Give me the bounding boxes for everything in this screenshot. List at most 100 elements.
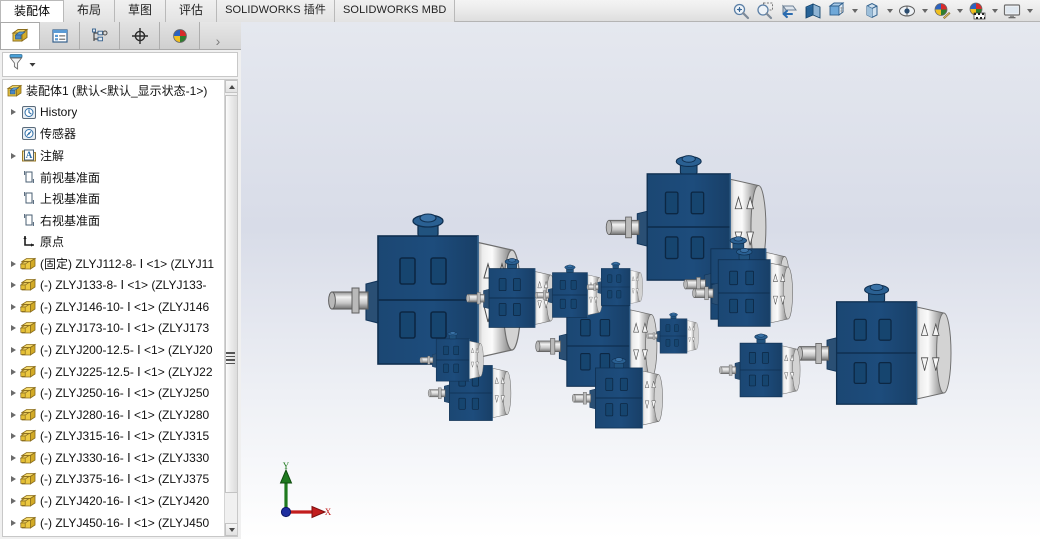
dimxpert-manager-tab[interactable] — [120, 22, 160, 49]
tree-item-label: (-) ZLYJ250-16- Ⅰ <1> (ZLYJ250 — [40, 386, 210, 401]
tree-item-annotations[interactable]: A 注解 — [3, 145, 227, 167]
tree-item-front-plane[interactable]: 前视基准面 — [3, 166, 227, 188]
hide-show-items-icon[interactable] — [896, 1, 918, 22]
tree-component-zlyj450[interactable]: (-) ZLYJ450-16- Ⅰ <1> (ZLYJ450 — [3, 512, 227, 534]
feature-manager-tab[interactable] — [0, 22, 40, 49]
scroll-up-button[interactable] — [225, 80, 237, 93]
apply-scene-icon[interactable] — [966, 1, 988, 22]
expand-arrow-icon[interactable] — [7, 325, 20, 332]
configuration-manager-tab[interactable] — [80, 22, 120, 49]
expand-arrow-icon[interactable] — [7, 433, 20, 440]
view-settings-icon[interactable] — [1001, 1, 1023, 22]
tree-component-zlyj315[interactable]: (-) ZLYJ315-16- Ⅰ <1> (ZLYJ315 — [3, 426, 227, 448]
filter-dropdown-caret-icon[interactable] — [28, 56, 37, 74]
scroll-thumb[interactable] — [225, 95, 237, 493]
more-manager-tabs-button[interactable]: › — [208, 33, 228, 49]
scroll-down-button[interactable] — [225, 523, 237, 536]
tab-sketch[interactable]: 草图 — [115, 0, 167, 22]
tree-component-zlyj173[interactable]: (-) ZLYJ173-10- Ⅰ <1> (ZLYJ173 — [3, 318, 227, 340]
tree-root-assembly[interactable]: 装配体1 (默认<默认_显示状态-1>) — [3, 80, 227, 102]
svg-text:A: A — [25, 150, 32, 160]
previous-view-icon[interactable] — [778, 1, 800, 22]
tree-item-label: (-) ZLYJ450-16- Ⅰ <1> (ZLYJ450 — [40, 515, 210, 530]
display-style-icon[interactable] — [861, 1, 883, 22]
tree-component-zlyj200[interactable]: (-) ZLYJ200-12.5- Ⅰ <1> (ZLYJ20 — [3, 339, 227, 361]
gearbox-ZLYJ-extra[interactable] — [419, 327, 495, 393]
section-view-icon[interactable] — [802, 1, 824, 22]
expand-arrow-icon[interactable] — [7, 303, 20, 310]
svg-text:X: X — [325, 507, 332, 517]
tab-solidworks-addins[interactable]: SOLIDWORKS 插件 — [217, 0, 335, 22]
tab-evaluate[interactable]: 评估 — [166, 0, 218, 22]
tree-item-sensors[interactable]: 传感器 — [3, 123, 227, 145]
expand-arrow-icon[interactable] — [7, 411, 20, 418]
component-icon — [20, 471, 37, 487]
tree-component-zlyj375[interactable]: (-) ZLYJ375-16- Ⅰ <1> (ZLYJ375 — [3, 469, 227, 491]
tree-filter-row[interactable] — [2, 52, 238, 77]
view-orientation-caret-icon[interactable] — [850, 1, 859, 22]
plane-icon — [20, 191, 37, 207]
component-icon — [20, 277, 37, 293]
expand-arrow-icon[interactable] — [7, 282, 20, 289]
tree-item-origin[interactable]: 原点 — [3, 231, 227, 253]
gearbox-ZLYJ375[interactable] — [795, 273, 979, 433]
edit-appearance-caret-icon[interactable] — [955, 1, 964, 22]
tree-item-history[interactable]: History — [3, 102, 227, 124]
view-settings-caret-icon[interactable] — [1025, 1, 1034, 22]
tab-layout[interactable]: 布局 — [64, 0, 116, 22]
expand-arrow-icon[interactable] — [7, 519, 20, 526]
view-orientation-icon[interactable] — [826, 1, 848, 22]
expand-arrow-history-icon[interactable] — [7, 109, 20, 116]
tab-solidworks-mbd[interactable]: SOLIDWORKS MBD — [335, 0, 456, 22]
tree-component-zlyj250[interactable]: (-) ZLYJ250-16- Ⅰ <1> (ZLYJ250 — [3, 382, 227, 404]
component-icon — [20, 299, 37, 315]
tree-item-right-plane[interactable]: 右视基准面 — [3, 210, 227, 232]
expand-arrow-icon[interactable] — [7, 454, 20, 461]
zoom-to-fit-icon[interactable] — [730, 1, 752, 22]
apply-scene-caret-icon[interactable] — [990, 1, 999, 22]
expand-arrow-annotations-icon[interactable] — [7, 152, 20, 159]
filter-funnel-icon[interactable] — [8, 53, 25, 76]
tree-item-label: 右视基准面 — [40, 213, 101, 228]
expand-arrow-icon[interactable] — [7, 476, 20, 483]
tree-component-zlyj420[interactable]: (-) ZLYJ420-16- Ⅰ <1> (ZLYJ420 — [3, 490, 227, 512]
tree-component-zlyj133[interactable]: (-) ZLYJ133-8- Ⅰ <1> (ZLYJ133- — [3, 274, 227, 296]
expand-arrow-icon[interactable] — [7, 346, 20, 353]
tree-vertical-scrollbar[interactable] — [224, 80, 237, 536]
annotations-icon: A — [20, 148, 37, 164]
feature-manager-panel: › 装配体1 (默认<默认_显示状态-1>) History 传感器 A 注解 … — [0, 22, 241, 539]
tree-item-label: (-) ZLYJ200-12.5- Ⅰ <1> (ZLYJ20 — [40, 342, 213, 357]
expand-arrow-icon[interactable] — [7, 260, 20, 267]
gearbox-ZLYJ173[interactable] — [718, 328, 815, 412]
hide-show-items-caret-icon[interactable] — [920, 1, 929, 22]
expand-arrow-icon[interactable] — [7, 498, 20, 505]
panel-splitter-grip[interactable] — [226, 350, 235, 366]
origin-triad: Y X — [271, 461, 333, 527]
component-icon — [20, 364, 37, 380]
tree-item-label: History — [40, 105, 78, 120]
gearbox-ZLYJ225[interactable] — [571, 351, 679, 445]
feature-tree-rows: 装配体1 (默认<默认_显示状态-1>) History 传感器 A 注解 前视… — [3, 80, 227, 536]
tree-item-label: (-) ZLYJ173-10- Ⅰ <1> (ZLYJ173 — [40, 321, 210, 336]
manager-tab-strip: › — [0, 22, 241, 50]
tree-component-zlyj112[interactable]: (固定) ZLYJ112-8- Ⅰ <1> (ZLYJ11 — [3, 253, 227, 275]
tree-item-label: (-) ZLYJ315-16- Ⅰ <1> (ZLYJ315 — [40, 429, 210, 444]
display-manager-tab[interactable] — [160, 22, 200, 49]
expand-arrow-icon[interactable] — [7, 368, 20, 375]
tree-component-zlyj280[interactable]: (-) ZLYJ280-16- Ⅰ <1> (ZLYJ280 — [3, 404, 227, 426]
gearbox-ZLYJ112[interactable] — [646, 309, 708, 363]
property-manager-tab[interactable] — [40, 22, 80, 49]
tree-item-top-plane[interactable]: 上视基准面 — [3, 188, 227, 210]
graphics-viewport[interactable]: Y X — [241, 22, 1040, 539]
display-style-caret-icon[interactable] — [885, 1, 894, 22]
tree-component-zlyj146[interactable]: (-) ZLYJ146-10- Ⅰ <1> (ZLYJ146 — [3, 296, 227, 318]
ribbon-tabs: 装配体 布局 草图 评估 SOLIDWORKS 插件 SOLIDWORKS MB… — [0, 0, 456, 22]
gearbox-ZLYJ133[interactable] — [586, 258, 653, 316]
tab-assembly[interactable]: 装配体 — [0, 0, 65, 22]
zoom-to-area-icon[interactable] — [754, 1, 776, 22]
edit-appearance-icon[interactable] — [931, 1, 953, 22]
tree-component-zlyj225[interactable]: (-) ZLYJ225-12.5- Ⅰ <1> (ZLYJ22 — [3, 361, 227, 383]
tree-component-zlyj330[interactable]: (-) ZLYJ330-16- Ⅰ <1> (ZLYJ330 — [3, 447, 227, 469]
expand-arrow-icon[interactable] — [7, 390, 20, 397]
tree-item-label: (固定) ZLYJ112-8- Ⅰ <1> (ZLYJ11 — [40, 257, 215, 272]
